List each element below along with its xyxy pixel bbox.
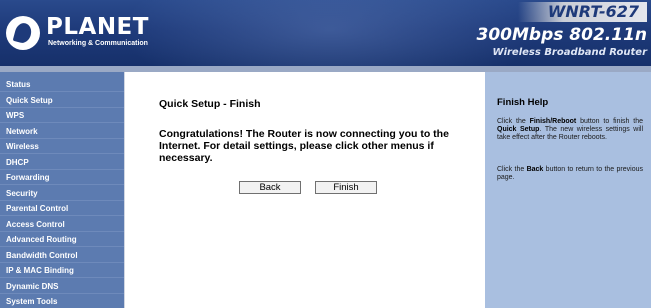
sidebar-item-access-control[interactable]: Access Control (0, 217, 124, 232)
help-panel: Finish Help Click the Finish/Reboot butt… (485, 72, 651, 308)
sidebar-item-dhcp[interactable]: DHCP (0, 155, 124, 170)
help-emphasis: Quick Setup (497, 126, 540, 134)
sidebar-item-security[interactable]: Security (0, 186, 124, 201)
help-emphasis: Back (526, 166, 544, 173)
sidebar-item-ip-mac-binding[interactable]: IP & MAC Binding (0, 263, 124, 279)
help-text: Click the (497, 166, 527, 173)
tagline-speed: 300Mbps 802.11n (476, 25, 647, 45)
planet-logo-icon (6, 16, 40, 50)
help-paragraph-finish: Click the Finish/Reboot button to finish… (497, 118, 643, 143)
finish-button[interactable]: Finish (315, 181, 377, 194)
sidebar-item-parental-control[interactable]: Parental Control (0, 201, 124, 217)
logo-text: PLANET (46, 14, 149, 40)
help-text: Click the (497, 118, 530, 125)
help-emphasis: Finish/Reboot (529, 118, 577, 125)
sidebar-item-status[interactable]: Status (0, 77, 124, 93)
logo-subtitle: Networking & Communication (48, 40, 148, 47)
sidebar-item-wireless[interactable]: Wireless (0, 139, 124, 155)
sidebar-item-wps[interactable]: WPS (0, 108, 124, 124)
back-button[interactable]: Back (239, 181, 301, 194)
planet-logo: PLANET Networking & Communication (6, 14, 148, 54)
sidebar-item-forwarding[interactable]: Forwarding (0, 170, 124, 186)
sidebar-item-quick-setup[interactable]: Quick Setup (0, 93, 124, 108)
sidebar-menu: Status Quick Setup WPS Network Wireless … (0, 72, 124, 308)
help-paragraph-back: Click the Back button to return to the p… (497, 166, 643, 182)
sidebar-item-dynamic-dns[interactable]: Dynamic DNS (0, 279, 124, 294)
sidebar-item-advanced-routing[interactable]: Advanced Routing (0, 232, 124, 248)
tagline-product: Wireless Broadband Router (492, 47, 647, 58)
main-content: Quick Setup - Finish Congratulations! Th… (124, 72, 485, 308)
sidebar-item-bandwidth-control[interactable]: Bandwidth Control (0, 248, 124, 263)
help-title: Finish Help (497, 97, 549, 108)
sidebar-item-network[interactable]: Network (0, 124, 124, 139)
sidebar-item-system-tools[interactable]: System Tools (0, 294, 124, 308)
header-banner: PLANET Networking & Communication WNRT-6… (0, 0, 651, 66)
help-text: button to finish the (576, 118, 643, 125)
model-name: WNRT-627 (517, 2, 647, 22)
status-message: Congratulations! The Router is now conne… (159, 128, 449, 164)
page-title: Quick Setup - Finish (159, 98, 261, 110)
